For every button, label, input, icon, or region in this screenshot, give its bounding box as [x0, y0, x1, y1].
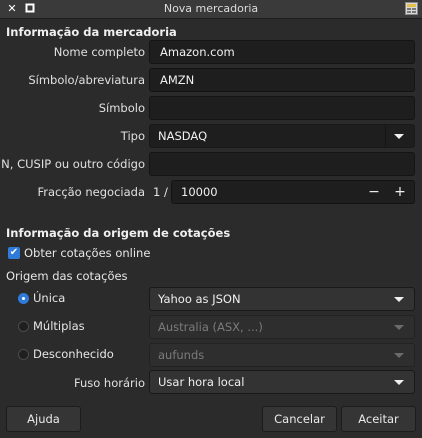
isin-input[interactable]	[149, 152, 415, 176]
multiple-radio-label[interactable]: Múltiplas	[33, 319, 85, 333]
multiple-source-select: Australia (ASX, ...)	[149, 315, 415, 339]
chevron-down-icon	[394, 353, 404, 358]
commodity-info-heading: Informação da mercadoria	[6, 25, 177, 39]
chevron-down-icon	[394, 325, 404, 330]
fraction-prefix: 1 /	[153, 185, 168, 199]
online-quotes-checkbox[interactable]: ✔	[8, 247, 20, 259]
window-title: Nova mercadoria	[163, 2, 259, 15]
fraction-value[interactable]: 10000	[181, 181, 218, 203]
timezone-label: Fuso horário	[73, 376, 145, 390]
quote-source-heading: Informação da origem de cotações	[6, 226, 231, 240]
multiple-radio[interactable]	[18, 321, 29, 332]
type-label: Tipo	[120, 129, 145, 143]
single-source-value: Yahoo as JSON	[158, 292, 241, 306]
fraction-spinbox[interactable]: 10000 − +	[171, 180, 415, 204]
increment-button[interactable]: +	[389, 181, 411, 203]
unknown-source-value: aufunds	[158, 348, 205, 362]
quote-origin-label: Origem das cotações	[6, 269, 128, 283]
isin-label: ISIN, CUSIP ou outro código	[0, 157, 145, 171]
unknown-radio[interactable]	[18, 349, 29, 360]
decrement-button[interactable]: −	[363, 181, 385, 203]
chevron-down-icon	[394, 380, 404, 385]
single-source-select[interactable]: Yahoo as JSON	[149, 287, 415, 311]
type-value: NASDAQ	[158, 129, 208, 143]
cancel-button[interactable]: Cancelar	[262, 406, 337, 432]
symbol-input[interactable]	[149, 96, 415, 120]
app-icon	[405, 2, 418, 15]
full-name-label: Nome completo	[53, 45, 145, 59]
title-bar: ✕ Nova mercadoria	[0, 0, 422, 19]
type-combobox[interactable]: NASDAQ	[149, 124, 415, 148]
single-radio-label[interactable]: Única	[33, 291, 65, 305]
chevron-down-icon	[394, 297, 404, 302]
symbol-abbrev-input[interactable]: AMZN	[149, 68, 415, 92]
accept-button[interactable]: Aceitar	[341, 406, 416, 432]
unknown-radio-label[interactable]: Desconhecido	[33, 347, 114, 361]
unknown-source-select: aufunds	[149, 343, 415, 367]
help-button[interactable]: Ajuda	[6, 406, 81, 432]
timezone-value: Usar hora local	[158, 375, 245, 389]
single-radio[interactable]	[18, 293, 29, 304]
chevron-down-icon[interactable]	[394, 134, 404, 139]
symbol-abbrev-label: Símbolo/abreviatura	[28, 73, 145, 87]
online-quotes-label[interactable]: Obter cotações online	[24, 246, 150, 260]
multiple-source-value: Australia (ASX, ...)	[158, 320, 263, 334]
symbol-label: Símbolo	[98, 101, 145, 115]
fraction-label: Fracção negociada	[37, 185, 145, 199]
full-name-input[interactable]: Amazon.com	[149, 40, 415, 64]
timezone-select[interactable]: Usar hora local	[149, 370, 415, 394]
